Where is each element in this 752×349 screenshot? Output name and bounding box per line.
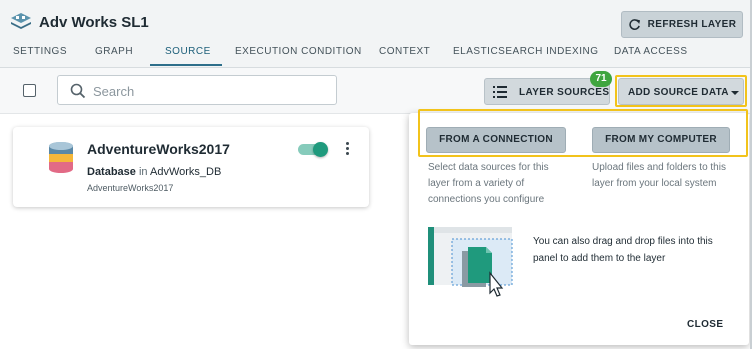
tab-execution-condition[interactable]: EXECUTION CONDITION <box>235 46 362 57</box>
computer-description: Upload files and folders to this layer f… <box>592 162 726 189</box>
list-icon <box>493 86 507 98</box>
layer-stack-icon <box>11 13 31 29</box>
from-connection-button[interactable]: FROM A CONNECTION <box>426 127 566 153</box>
tab-settings[interactable]: SETTINGS <box>13 46 67 57</box>
app-header: Adv Works SL1 REFRESH LAYER SETTINGS GRA… <box>0 0 752 68</box>
tab-elasticsearch-indexing[interactable]: ELASTICSEARCH INDEXING <box>453 46 598 57</box>
refresh-layer-button[interactable]: REFRESH LAYER <box>621 11 743 38</box>
source-type: Database <box>87 166 136 178</box>
caret-down-icon <box>731 91 739 95</box>
source-title: AdventureWorks2017 <box>87 141 230 157</box>
tab-graph[interactable]: GRAPH <box>95 46 133 57</box>
search-input[interactable] <box>93 82 328 100</box>
connection-description: Select data sources for this layer from … <box>428 162 549 205</box>
more-vertical-icon[interactable] <box>346 142 350 156</box>
source-enabled-toggle[interactable] <box>298 142 328 157</box>
source-toolbar: LAYER SOURCES ADD SOURCE DATA <box>0 68 752 114</box>
refresh-layer-label: REFRESH LAYER <box>647 19 737 30</box>
database-icon <box>49 142 73 173</box>
source-detail: AdventureWorks2017 <box>87 183 174 193</box>
tab-data-access[interactable]: DATA ACCESS <box>614 46 687 57</box>
drag-drop-illustration <box>428 227 513 297</box>
search-box[interactable] <box>57 75 337 105</box>
add-source-data-button[interactable]: ADD SOURCE DATA <box>618 78 744 105</box>
add-source-data-label: ADD SOURCE DATA <box>628 87 729 98</box>
refresh-icon <box>628 19 640 30</box>
active-tab-indicator <box>150 64 222 66</box>
page-title: Adv Works SL1 <box>39 14 149 31</box>
source-card[interactable]: AdventureWorks2017 Database in AdvWorks_… <box>13 127 369 207</box>
layer-sources-label: LAYER SOURCES <box>519 87 610 98</box>
search-icon <box>70 83 86 99</box>
source-location: AdvWorks_DB <box>150 166 222 178</box>
drag-drop-text: You can also drag and drop files into th… <box>533 236 713 264</box>
tab-source[interactable]: SOURCE <box>165 46 211 57</box>
select-all-checkbox[interactable] <box>23 84 36 97</box>
source-in-word: in <box>138 166 148 178</box>
source-subtitle: Database in AdvWorks_DB <box>87 166 221 178</box>
tab-context[interactable]: CONTEXT <box>379 46 430 57</box>
layer-sources-count-badge: 71 <box>590 71 612 87</box>
from-computer-button[interactable]: FROM MY COMPUTER <box>592 127 730 153</box>
close-button[interactable]: CLOSE <box>687 319 723 330</box>
toggle-thumb <box>313 142 328 157</box>
